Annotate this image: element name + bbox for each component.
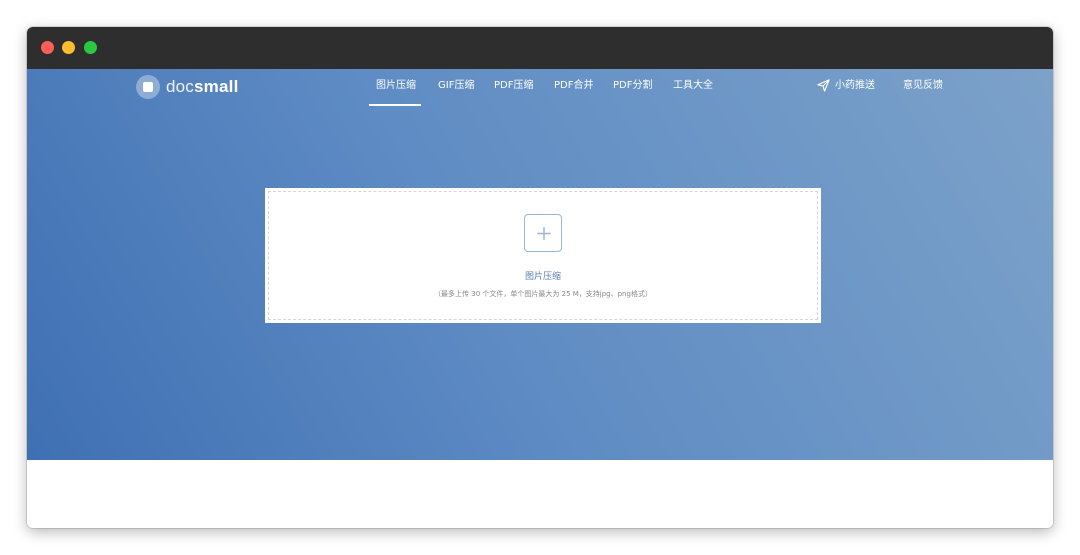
feedback-link[interactable]: 意见反馈: [903, 79, 943, 93]
page-content-area: [27, 460, 1053, 528]
minimize-window-button[interactable]: [62, 41, 75, 54]
site-logo[interactable]: docsmall: [136, 73, 239, 101]
nav-item-pdf-compress[interactable]: PDF压缩: [494, 79, 533, 93]
hero-section: docsmall 图片压缩 GIF压缩 PDF压缩 PDF合并 PDF分割 工具…: [27, 69, 1053, 460]
upload-dropzone[interactable]: 图片压缩 （最多上传 30 个文件，单个图片最大为 25 M，支持jpg、png…: [265, 188, 821, 323]
send-icon[interactable]: [817, 79, 830, 92]
close-window-button[interactable]: [41, 41, 54, 54]
upload-title: 图片压缩: [524, 272, 561, 282]
nav-item-tools[interactable]: 工具大全: [673, 79, 713, 93]
logo-text: docsmall: [166, 77, 239, 96]
browser-window: docsmall 图片压缩 GIF压缩 PDF压缩 PDF合并 PDF分割 工具…: [27, 27, 1053, 528]
window-titlebar: [27, 27, 1053, 69]
maximize-window-button[interactable]: [84, 41, 97, 54]
nav-item-pdf-split[interactable]: PDF分割: [613, 79, 652, 93]
push-link[interactable]: 小药推送: [835, 79, 875, 93]
dropzone-dashed-border: 图片压缩 （最多上传 30 个文件，单个图片最大为 25 M，支持jpg、png…: [268, 191, 818, 320]
add-file-button[interactable]: [524, 214, 562, 252]
upload-hint: （最多上传 30 个文件，单个图片最大为 25 M，支持jpg、png格式）: [434, 290, 652, 298]
plus-icon: [537, 227, 551, 240]
logo-icon: [136, 75, 160, 99]
nav-item-gif-compress[interactable]: GIF压缩: [438, 79, 474, 93]
nav-item-pdf-merge[interactable]: PDF合并: [554, 79, 593, 93]
nav-item-image-compress[interactable]: 图片压缩: [376, 79, 416, 93]
active-nav-indicator: [369, 104, 421, 106]
